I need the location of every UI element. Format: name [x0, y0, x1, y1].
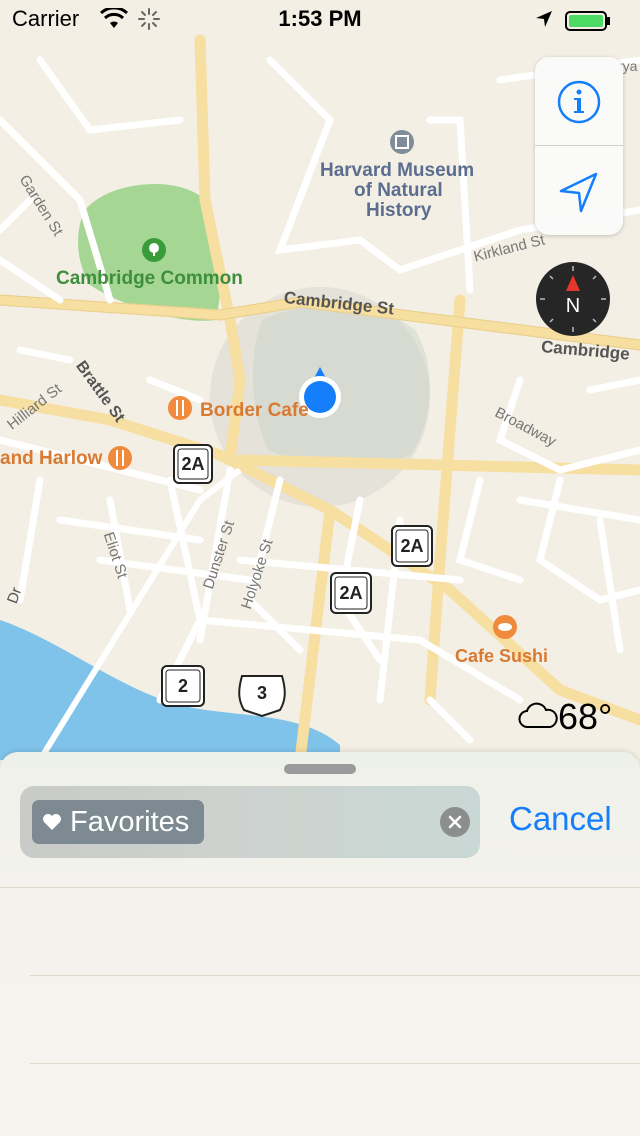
tracking-button[interactable] [535, 146, 623, 235]
clear-search-button[interactable] [440, 807, 470, 837]
poi-label-cambridge-common[interactable]: Cambridge Common [56, 268, 243, 290]
restaurant-icon [168, 396, 192, 420]
current-location-dot [304, 381, 336, 413]
poi-label-border-cafe[interactable]: Border Cafe [200, 400, 309, 422]
status-bar: Carrier 1:53 PM [0, 0, 640, 40]
us-route-shield-label: 3 [256, 683, 267, 703]
poi-label-cafe-sushi[interactable]: Cafe Sushi [455, 646, 548, 667]
poi-label-museum-3: History [366, 200, 432, 221]
search-token-label: Favorites [70, 806, 190, 838]
poi-label-museum[interactable]: Harvard Museum [320, 160, 474, 182]
battery-icon [565, 11, 611, 36]
route-shield-label: 2A [400, 536, 424, 556]
separator [30, 975, 640, 976]
separator [0, 887, 640, 888]
temperature-label: 68° [558, 696, 613, 737]
cloud-icon [518, 702, 558, 728]
route-shield-label: 2A [181, 454, 205, 474]
restaurant-icon [108, 446, 132, 470]
search-field[interactable]: Favorites [20, 786, 480, 858]
info-icon [557, 80, 601, 124]
poi-label-museum-2: of Natural [354, 180, 443, 201]
sheet-grabber[interactable] [284, 764, 356, 774]
heart-icon [43, 814, 61, 830]
clear-icon [448, 815, 462, 829]
route-shield-label: 2 [177, 676, 188, 696]
cancel-button[interactable]: Cancel [509, 800, 612, 838]
route-shield-label: 2A [339, 583, 363, 603]
bottom-sheet: Favorites Cancel [0, 752, 640, 1136]
location-arrow-icon [559, 172, 598, 213]
map-controls [535, 57, 623, 235]
search-token-favorites[interactable]: Favorites [32, 800, 204, 844]
museum-icon [390, 130, 414, 154]
separator [30, 1063, 640, 1064]
weather-indicator: 68° [518, 696, 612, 738]
compass-button[interactable]: N [536, 262, 610, 336]
location-services-icon [535, 10, 553, 33]
compass-letter: N [565, 295, 581, 317]
info-button[interactable] [535, 57, 623, 145]
poi-label-harlow[interactable]: and Harlow [0, 448, 102, 470]
